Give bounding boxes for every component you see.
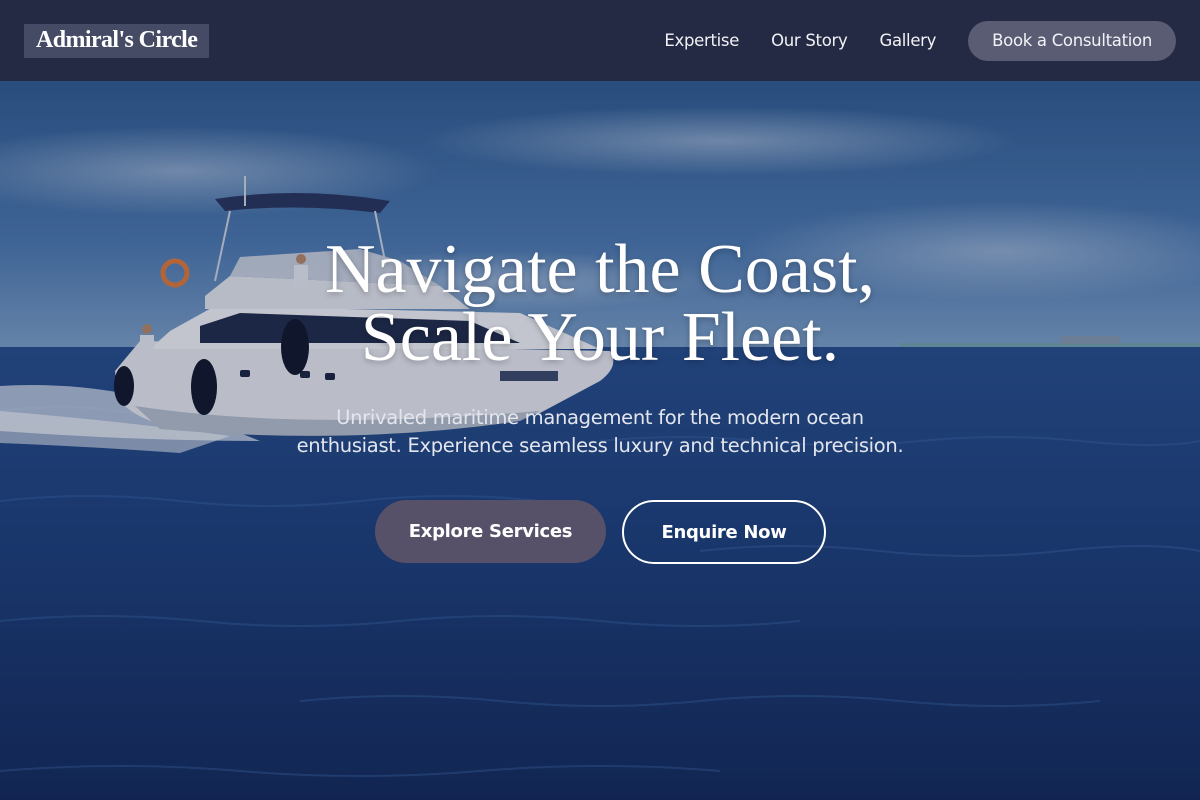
explore-services-button[interactable]: Explore Services (375, 500, 606, 563)
book-consultation-button[interactable]: Book a Consultation (968, 20, 1176, 61)
hero-headline-line-1: Navigate the Coast, (324, 231, 876, 308)
enquire-now-button[interactable]: Enquire Now (622, 500, 826, 564)
site-logo[interactable]: Admiral's Circle (24, 23, 210, 58)
nav-link-gallery[interactable]: Gallery (879, 31, 936, 50)
hero-headline-line-2: Scale Your Fleet. (360, 299, 840, 376)
hero-subtitle-line-2: enthusiast. Experience seamless luxury a… (296, 434, 904, 457)
nav-link-expertise[interactable]: Expertise (664, 31, 739, 50)
main-nav: Expertise Our Story Gallery Book a Consu… (664, 20, 1176, 61)
hero-section: Navigate the Coast, Scale Your Fleet. Un… (0, 81, 1200, 800)
nav-link-our-story[interactable]: Our Story (771, 31, 848, 50)
site-header: Admiral's Circle Expertise Our Story Gal… (0, 0, 1200, 81)
hero-subtitle: Unrivaled maritime management for the mo… (0, 404, 1200, 460)
hero-headline: Navigate the Coast, Scale Your Fleet. (0, 231, 1200, 376)
hero-subtitle-line-1: Unrivaled maritime management for the mo… (336, 406, 864, 429)
